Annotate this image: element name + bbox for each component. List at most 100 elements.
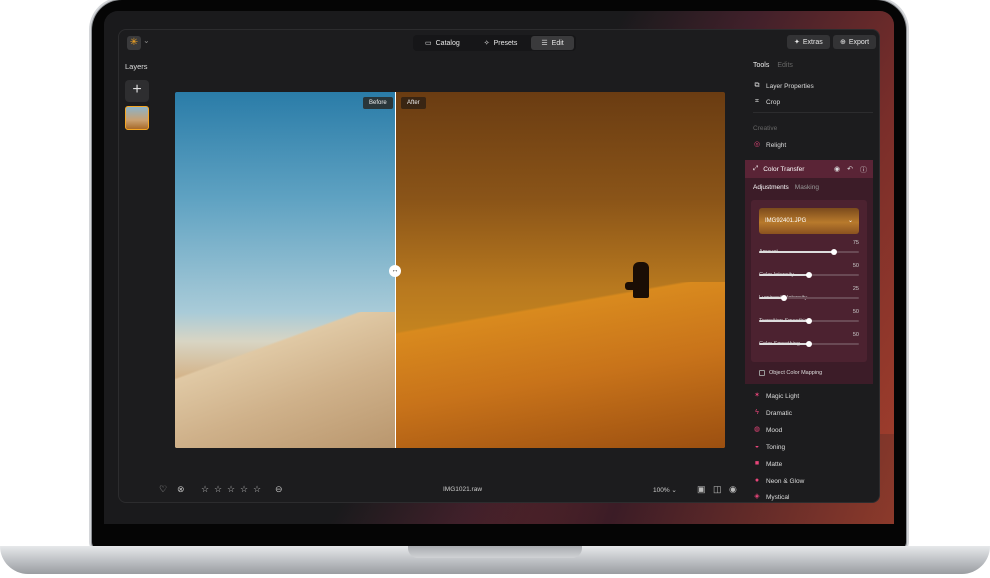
- dog-silhouette: [625, 282, 639, 290]
- slider-fill: [759, 251, 834, 253]
- zoom-value: 100%: [653, 487, 670, 494]
- compare-handle-icon[interactable]: ↔: [389, 265, 401, 277]
- slider-track: [759, 341, 859, 347]
- slider-fill: [759, 320, 809, 322]
- slider-value: 50: [852, 309, 859, 315]
- tab-tools[interactable]: Tools: [753, 62, 769, 69]
- tool-mood[interactable]: ◍ Mood: [753, 426, 782, 434]
- tool-crop[interactable]: ⌗ Crop: [753, 98, 780, 106]
- tool-dramatic[interactable]: ϟ Dramatic: [753, 409, 792, 417]
- tab-catalog[interactable]: ▭ Catalog: [415, 36, 470, 50]
- layer-thumbnail[interactable]: [125, 106, 149, 130]
- tab-presets[interactable]: ✧ Presets: [474, 36, 528, 50]
- slider-value: 50: [852, 332, 859, 338]
- slider-color-smoothing[interactable]: Color Smoothing 50: [759, 332, 859, 350]
- undo-icon[interactable]: ↶: [847, 165, 853, 175]
- info-icon[interactable]: ⓘ: [860, 165, 867, 175]
- tools-panel: Tools Edits ⧉ Layer Properties ⌗ Crop Cr…: [745, 56, 879, 502]
- tool-matte[interactable]: ■ Matte: [753, 460, 782, 468]
- laptop-frame: ✳ ⌄ ▭ Catalog ✧ Presets ☰ Edit ✦ Extras …: [0, 0, 990, 578]
- star-icon[interactable]: ☆: [214, 484, 222, 495]
- chevron-down-icon: ⌄: [847, 218, 853, 224]
- slider-knob[interactable]: [781, 295, 787, 301]
- tool-toning[interactable]: ◒ Toning: [753, 443, 785, 451]
- slider-track: [759, 318, 859, 324]
- layers-title: Layers: [125, 62, 148, 71]
- tab-adjustments[interactable]: Adjustments: [753, 184, 789, 191]
- object-color-mapping-checkbox[interactable]: Object Color Mapping: [759, 370, 822, 376]
- section-creative: Creative: [753, 125, 778, 132]
- layer-properties-icon: ⧉: [754, 82, 760, 89]
- neon-glow-icon: ●: [754, 477, 760, 484]
- reference-image-select[interactable]: IMG92401.JPG ⌄: [759, 208, 859, 234]
- slider-knob[interactable]: [806, 272, 812, 278]
- slider-fill: [759, 274, 809, 276]
- tool-neon-glow[interactable]: ● Neon & Glow: [753, 477, 804, 485]
- export-icon: ⊕: [840, 39, 846, 46]
- image-canvas[interactable]: ↔ Before After: [175, 92, 725, 448]
- tab-masking[interactable]: Masking: [795, 184, 819, 191]
- tab-edit[interactable]: ☰ Edit: [531, 36, 574, 50]
- tool-layer-properties[interactable]: ⧉ Layer Properties: [753, 82, 814, 90]
- color-transfer-tabs: Adjustments Masking: [753, 184, 819, 191]
- color-label-icon[interactable]: ⊖: [275, 484, 283, 495]
- star-icon[interactable]: ☆: [201, 484, 209, 495]
- slider-color-intensity[interactable]: Color Intensity 50: [759, 263, 859, 281]
- sparkle-icon: ✦: [794, 39, 800, 46]
- tool-magic-light[interactable]: ✶ Magic Light: [753, 392, 799, 400]
- star-icon[interactable]: ☆: [227, 484, 235, 495]
- mood-icon: ◍: [753, 426, 761, 433]
- star-icon[interactable]: ☆: [240, 484, 248, 495]
- color-transfer-header[interactable]: ⤢ Color Transfer ◉ ↶ ⓘ: [745, 160, 873, 178]
- slider-fill: [759, 343, 809, 345]
- checkbox-label: Object Color Mapping: [769, 370, 823, 376]
- tab-edits[interactable]: Edits: [777, 62, 793, 69]
- person-silhouette: [633, 262, 649, 298]
- laptop-notch: [408, 546, 582, 558]
- eye-icon[interactable]: ◉: [729, 484, 737, 495]
- eye-icon[interactable]: ◉: [834, 165, 840, 175]
- matte-icon: ■: [754, 460, 760, 467]
- toning-icon: ◒: [754, 443, 760, 450]
- dramatic-icon: ϟ: [755, 409, 759, 416]
- slider-knob[interactable]: [806, 318, 812, 324]
- color-transfer-card: IMG92401.JPG ⌄ Amount 75 Color Intensity…: [751, 200, 867, 376]
- presets-icon: ✧: [483, 40, 490, 47]
- app-logo-icon[interactable]: ✳: [127, 36, 141, 50]
- add-layer-button[interactable]: +: [125, 80, 149, 102]
- screen: ✳ ⌄ ▭ Catalog ✧ Presets ☰ Edit ✦ Extras …: [104, 11, 894, 524]
- reject-icon[interactable]: ⊗: [177, 484, 185, 495]
- slider-transition-smoothing[interactable]: Transition Smoothing 50: [759, 309, 859, 327]
- slider-track: [759, 295, 859, 301]
- heart-icon[interactable]: ♡: [159, 484, 167, 495]
- after-dune: [395, 282, 725, 448]
- after-image: [395, 92, 725, 448]
- histogram-icon[interactable]: ▣: [697, 484, 706, 495]
- slider-knob[interactable]: [806, 341, 812, 347]
- slider-track: [759, 272, 859, 278]
- slider-luminosity-intensity[interactable]: Luminosity Intensity 25: [759, 286, 859, 304]
- checkbox-box[interactable]: [759, 370, 765, 376]
- before-image: [175, 92, 395, 448]
- reference-image-name: IMG92401.JPG: [765, 218, 807, 224]
- tool-relight[interactable]: ◎ Relight: [753, 141, 786, 149]
- slider-track: [759, 249, 859, 255]
- export-button[interactable]: ⊕ Export: [833, 35, 877, 49]
- slider-amount[interactable]: Amount 75: [759, 240, 859, 258]
- file-name: IMG1021.raw: [443, 486, 483, 493]
- edit-icon: ☰: [541, 40, 548, 47]
- compare-view-icon[interactable]: ◫: [713, 484, 722, 495]
- mode-switcher: ▭ Catalog ✧ Presets ☰ Edit: [413, 35, 576, 51]
- slider-knob[interactable]: [831, 249, 837, 255]
- slider-value: 75: [852, 240, 859, 246]
- catalog-icon: ▭: [425, 40, 432, 47]
- tool-mystical[interactable]: ◈ Mystical: [753, 493, 789, 501]
- extras-button[interactable]: ✦ Extras: [787, 35, 830, 49]
- chevron-down-icon[interactable]: ⌄: [143, 36, 150, 45]
- star-icon[interactable]: ☆: [253, 484, 261, 495]
- slider-value: 25: [852, 286, 859, 292]
- zoom-level[interactable]: 100% ⌄: [653, 486, 677, 494]
- layers-panel: Layers +: [119, 56, 165, 476]
- relight-icon: ◎: [753, 141, 761, 148]
- photo-editor-window: ✳ ⌄ ▭ Catalog ✧ Presets ☰ Edit ✦ Extras …: [118, 29, 880, 503]
